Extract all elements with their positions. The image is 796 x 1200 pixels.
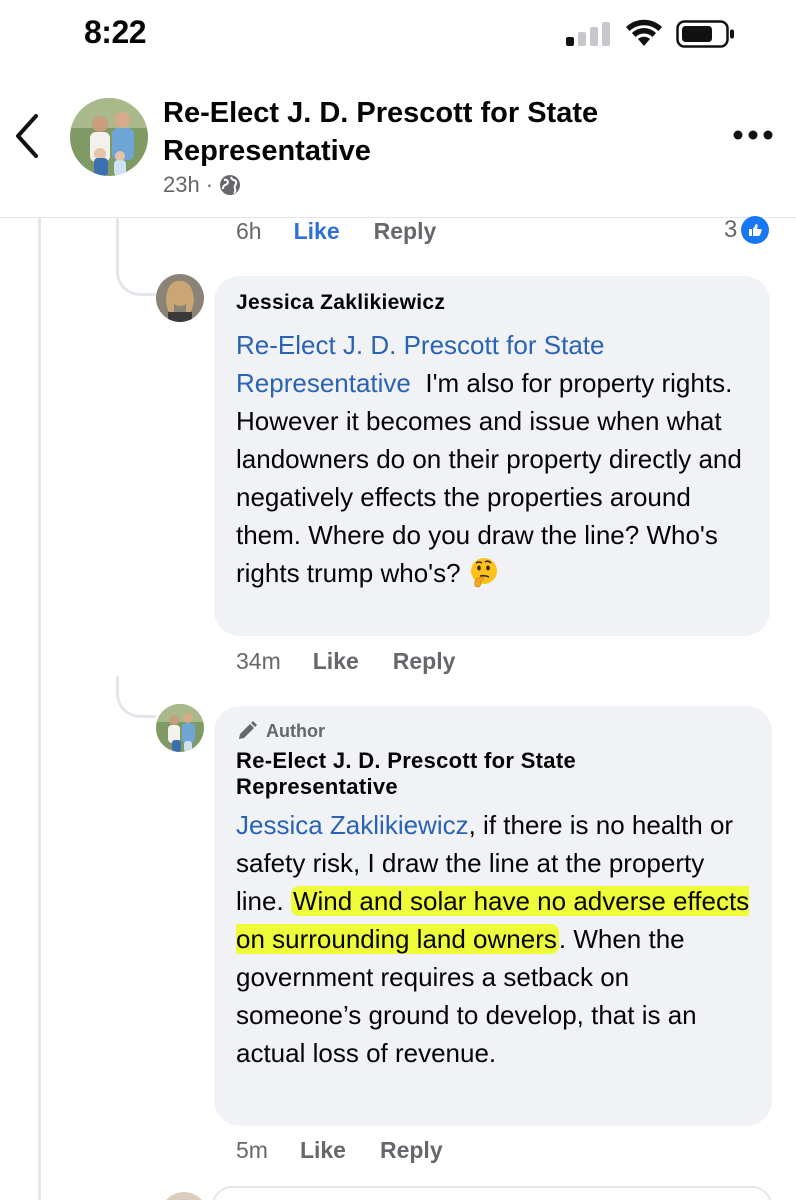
page-name[interactable]: Re-Elect J. D. Prescott for State Repres… — [163, 94, 683, 170]
comment-text: Re-Elect J. D. Prescott for State Repres… — [236, 326, 748, 592]
reply-button[interactable]: Reply — [393, 648, 456, 675]
reaction-count-value: 3 — [724, 216, 738, 243]
wifi-icon — [626, 19, 662, 46]
next-comment-bubble — [212, 1186, 772, 1200]
comment-bubble: Jessica Zaklikiewicz Re-Elect J. D. Pres… — [214, 276, 770, 636]
mention-link[interactable]: Jessica Zaklikiewicz — [236, 810, 469, 840]
more-options-icon[interactable] — [728, 120, 778, 150]
like-reaction-icon — [741, 216, 770, 244]
comment-time: 6h — [236, 218, 262, 244]
like-button[interactable]: Like — [294, 218, 340, 245]
thread-line — [38, 218, 41, 1200]
post-time: 23h — [163, 172, 200, 197]
reply-button[interactable]: Reply — [374, 218, 437, 245]
status-time: 8:22 — [84, 14, 147, 50]
cellular-signal-icon — [566, 22, 612, 46]
thinking-face-emoji-icon — [470, 558, 497, 588]
like-button[interactable]: Like — [313, 648, 359, 675]
reply-button[interactable]: Reply — [380, 1137, 443, 1164]
author-badge: Author — [236, 720, 750, 742]
reply-connector — [116, 676, 156, 718]
like-button[interactable]: Like — [300, 1137, 346, 1164]
author-badge-label: Author — [266, 720, 325, 741]
comment-author[interactable]: Re-Elect J. D. Prescott for State Repres… — [236, 748, 656, 800]
comment-author[interactable]: Jessica Zaklikiewicz — [236, 290, 748, 316]
back-chevron-icon[interactable] — [6, 110, 50, 162]
post-meta: 23h · — [163, 172, 241, 198]
comment-actions: 34m Like Reply — [236, 648, 489, 675]
page-avatar[interactable] — [70, 98, 148, 176]
comment-body: I'm also for property rights. However it… — [236, 368, 742, 588]
globe-icon — [220, 175, 241, 195]
status-bar: 8:22 — [0, 0, 796, 70]
avatar[interactable] — [156, 274, 204, 322]
avatar[interactable] — [160, 1192, 208, 1200]
comment-actions: 6h Like Reply — [236, 218, 470, 245]
comment-bubble: Author Re-Elect J. D. Prescott for State… — [214, 706, 772, 1126]
battery-icon — [676, 20, 734, 48]
comment-time: 5m — [236, 1137, 268, 1163]
comment-actions: 5m Like Reply — [236, 1137, 477, 1164]
post-header: Re-Elect J. D. Prescott for State Repres… — [0, 70, 796, 218]
comment-time: 34m — [236, 648, 281, 674]
meta-dot: · — [205, 172, 214, 197]
avatar[interactable] — [156, 704, 204, 752]
reaction-count[interactable]: 3 — [724, 216, 770, 244]
comment-text: Jessica Zaklikiewicz, if there is no hea… — [236, 806, 750, 1072]
reply-connector — [116, 218, 156, 296]
pencil-icon — [239, 721, 257, 739]
